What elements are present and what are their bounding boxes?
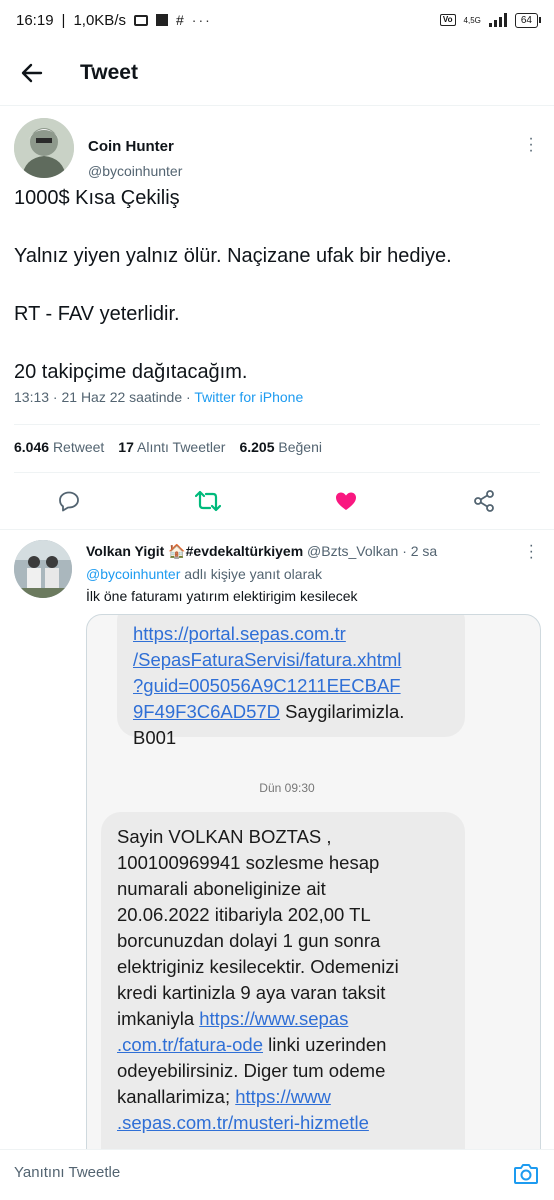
volte-icon: Vo xyxy=(439,14,456,26)
reply-header: Volkan Yigit 🏠#evdekaltürkiyem @Bzts_Vol… xyxy=(86,543,437,560)
sms-link: /SepasFaturaServisi/fatura.xhtml xyxy=(133,649,402,670)
sms-text: kredi kartinizla 9 aya varan taksit xyxy=(117,982,386,1003)
like-button[interactable] xyxy=(331,486,361,516)
tweet-stats: 6.046 Retweet 17 Alıntı Tweetler 6.205 B… xyxy=(14,439,322,455)
sms-text: 20.06.2022 itibariyla 202,00 TL xyxy=(117,904,371,925)
reply-button[interactable] xyxy=(54,486,84,516)
sms-link: 9F49F3C6AD57D xyxy=(133,701,281,722)
sms-timestamp: Dün 09:30 xyxy=(259,781,315,795)
camera-icon xyxy=(514,1164,538,1184)
sms-link: .com.tr/fatura-ode xyxy=(117,1034,264,1055)
reply-author-name[interactable]: Volkan Yigit 🏠#evdekaltürkiyem xyxy=(86,543,303,559)
tweet-line: 1000$ Kısa Çekiliş xyxy=(14,187,180,209)
sms-text: elektriginiz kesilecektir. Odemenizi xyxy=(117,956,399,977)
grid-icon: # xyxy=(175,12,184,28)
more-notifications-icon: ··· xyxy=(191,12,212,28)
reply-avatar[interactable] xyxy=(14,540,72,598)
sms-bubble: https://portal.sepas.com.tr /SepasFatura… xyxy=(117,615,465,748)
signal-label: 4,5G xyxy=(463,15,481,25)
avatar-image xyxy=(14,118,74,178)
status-time: 16:19 xyxy=(16,11,54,29)
sms-text: Saygilarimizla. xyxy=(280,701,405,722)
top-header: Tweet xyxy=(0,40,554,106)
tweet-source[interactable]: Twitter for iPhone xyxy=(194,389,303,405)
app-icon xyxy=(155,14,168,26)
tweet-meta: 13:13 · 21 Haz 22 saatinde · Twitter for… xyxy=(14,389,303,405)
network-speed: 1,0KB/s xyxy=(73,11,126,29)
avatar[interactable] xyxy=(14,118,74,178)
sms-link: .sepas.com.tr/musteri-hizmetle xyxy=(117,1112,369,1133)
sms-link: https://portal.sepas.com.tr xyxy=(133,623,346,644)
sms-text: kanallarimiza; xyxy=(117,1086,236,1107)
reply-author-handle[interactable]: @Bzts_Volkan · 2 sa xyxy=(307,543,437,559)
comment-icon xyxy=(59,491,79,512)
sms-text: 100100969941 sozlesme hesap xyxy=(117,852,380,873)
sms-text: odeyebilirsiniz. Diger tum odeme xyxy=(117,1060,386,1081)
tweet-line: Yalnız yiyen yalnız ölür. Naçizane ufak … xyxy=(14,245,452,267)
tweet-line: RT - FAV yeterlidir. xyxy=(14,303,180,325)
sms-text: linki uzerinden xyxy=(263,1034,387,1055)
more-options-icon[interactable]: · · · xyxy=(528,131,534,159)
arrow-left-icon xyxy=(21,63,43,82)
tweet-line: 20 takipçime dağıtacağım. xyxy=(14,361,248,383)
reply-image[interactable]: https://portal.sepas.com.tr /SepasFatura… xyxy=(86,614,541,1149)
camera-button[interactable] xyxy=(512,1160,540,1188)
retweet-count[interactable]: 6.046 Retweet xyxy=(14,439,104,455)
sms-text: B001 xyxy=(133,727,177,748)
like-count[interactable]: 6.205 Beğeni xyxy=(239,439,322,455)
author-handle[interactable]: @bycoinhunter xyxy=(88,163,182,179)
sms-link: https://www xyxy=(235,1086,331,1107)
tweet-timestamp[interactable]: 13:13 · 21 Haz 22 saatinde · xyxy=(14,389,194,405)
divider xyxy=(14,424,540,425)
reply-avatar-image xyxy=(14,540,72,598)
reply-tweet[interactable]: Volkan Yigit 🏠#evdekaltürkiyem @Bzts_Vol… xyxy=(0,529,554,1149)
reply-input-placeholder[interactable]: Yanıtını Tweetle xyxy=(14,1164,120,1181)
sms-link: ?guid=005056A9C1211EECBAF xyxy=(133,675,401,696)
retweet-icon xyxy=(195,490,221,512)
heart-filled-icon xyxy=(336,492,356,510)
reply-more-options-icon[interactable]: · · · xyxy=(529,538,534,566)
sms-text: imkaniyla xyxy=(117,1008,200,1029)
page-title: Tweet xyxy=(80,60,138,84)
message-icon xyxy=(133,14,148,26)
quote-count[interactable]: 17 Alıntı Tweetler xyxy=(118,439,225,455)
battery-icon: 64 xyxy=(514,12,542,28)
replying-to: @bycoinhunter adlı kişiye yanıt olarak xyxy=(86,566,323,582)
sms-bubble: Sayin VOLKAN BOZTAS , 100100969941 sozle… xyxy=(101,812,465,1149)
retweet-button[interactable] xyxy=(193,486,223,516)
author-row: Coin Hunter @bycoinhunter · · · xyxy=(14,118,540,180)
sms-text: numarali aboneliginize ait xyxy=(117,878,326,899)
back-button[interactable] xyxy=(12,53,52,93)
reply-text: İlk öne faturamı yatırım elektirigim kes… xyxy=(86,588,358,604)
tweet-text: 1000$ Kısa Çekiliş Yalnız yiyen yalnız ö… xyxy=(14,184,540,387)
author-name[interactable]: Coin Hunter xyxy=(88,138,174,155)
sms-link: https://www.sepas xyxy=(199,1008,349,1029)
divider xyxy=(14,472,540,473)
signal-icon xyxy=(488,13,507,27)
replying-mention[interactable]: @bycoinhunter xyxy=(86,566,180,582)
share-icon xyxy=(474,490,494,512)
share-button[interactable] xyxy=(469,486,499,516)
sms-text: Sayin VOLKAN BOZTAS , xyxy=(117,826,332,847)
sms-text: borcunuzdan dolayi 1 gun sonra xyxy=(117,930,381,951)
status-bar: 16:19 | 1,0KB/s # ··· Vo 4,5G 64 xyxy=(0,0,554,40)
reply-composer[interactable]: Yanıtını Tweetle xyxy=(0,1149,554,1200)
